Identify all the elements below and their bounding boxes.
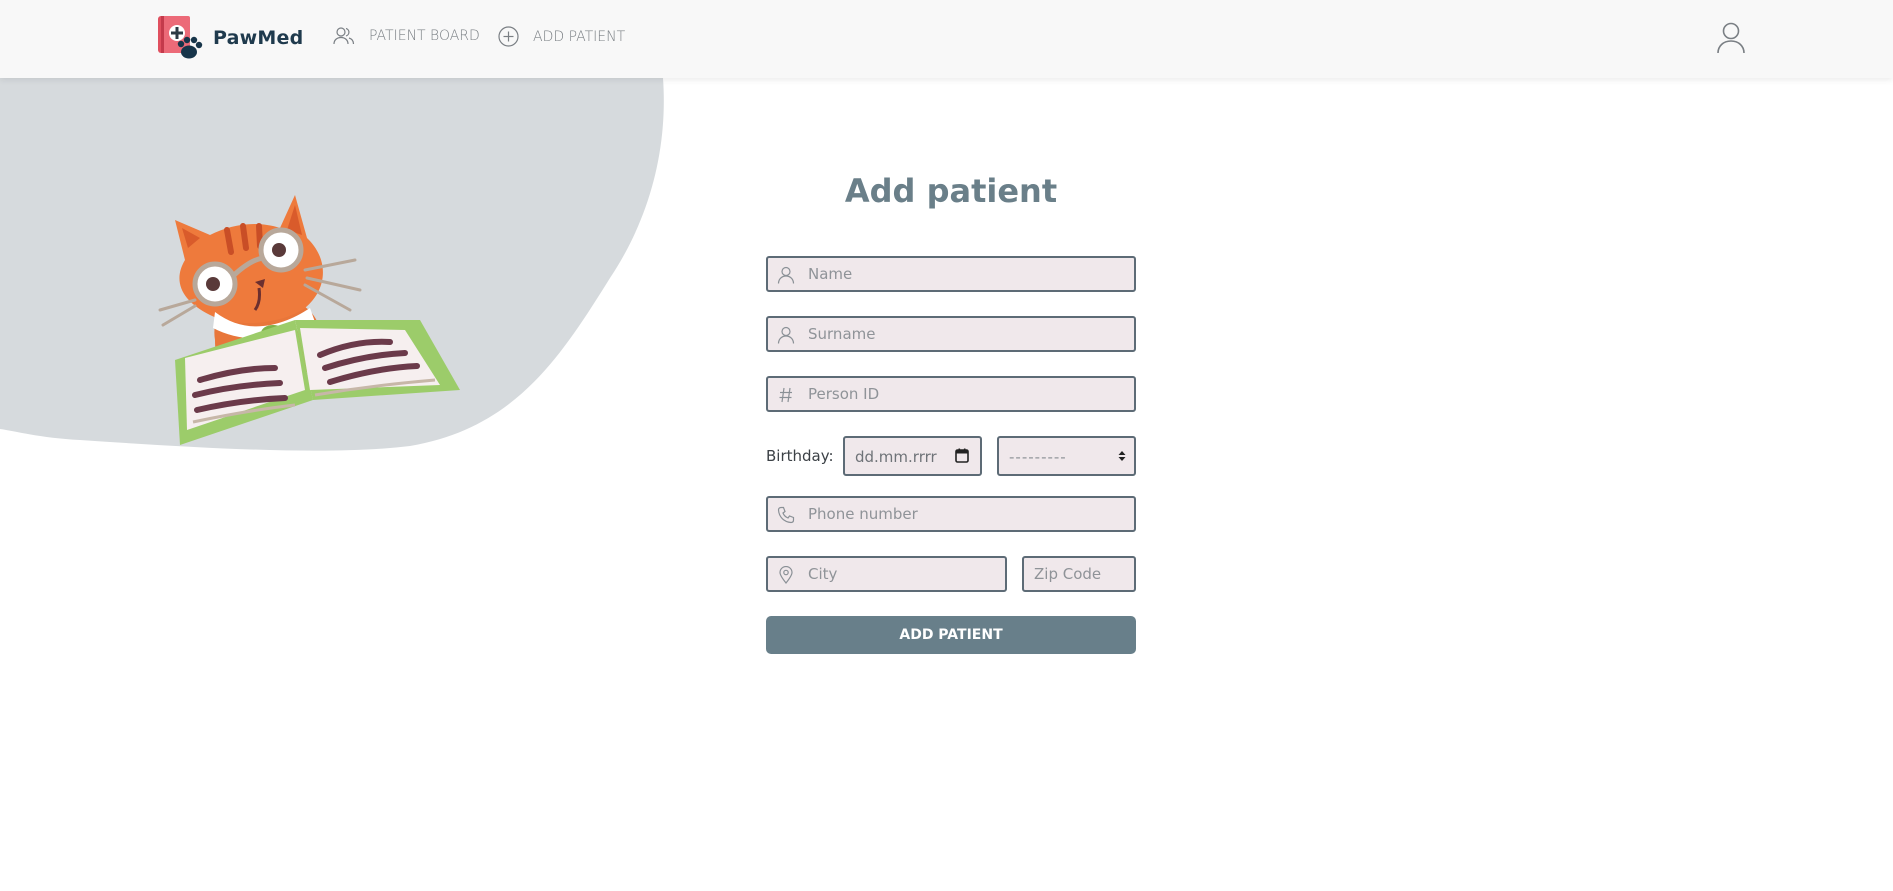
zip-code-field[interactable] [1022,556,1136,592]
pawmed-logo [157,15,205,61]
zip-code-input[interactable] [1034,558,1128,590]
location-pin-icon [779,566,793,584]
account-button[interactable] [1716,22,1746,59]
phone-icon [777,506,795,524]
surname-field[interactable] [766,316,1136,352]
birthday-label: Birthday: [766,447,834,465]
surname-input[interactable] [808,318,1128,350]
birthday-select-value: --------- [1009,448,1067,466]
birthday-date-value: dd.mm.rrrr [855,448,937,466]
user-icon [777,326,795,344]
birthday-date-input[interactable]: dd.mm.rrrr [843,436,982,476]
person-id-field[interactable] [766,376,1136,412]
cat-reading-illustration [158,195,460,445]
nav-link-label: PATIENT BOARD [369,28,480,44]
user-icon [777,266,795,284]
navbar: PawMed PATIENT BOARD ADD PATIENT [0,0,1893,78]
calendar-icon[interactable] [955,448,969,463]
page-title: Add patient [844,172,1058,210]
brand-name: PawMed [213,27,304,49]
brand[interactable]: PawMed [157,15,303,61]
nav-link-patient-board[interactable]: PATIENT BOARD [333,26,480,46]
city-input[interactable] [808,558,999,590]
person-id-input[interactable] [808,378,1128,410]
phone-input[interactable] [808,498,1128,530]
phone-field[interactable] [766,496,1136,532]
birthday-select[interactable]: --------- [997,436,1136,476]
nav-link-add-patient[interactable]: ADD PATIENT [498,26,625,47]
name-field[interactable] [766,256,1136,292]
name-input[interactable] [808,258,1128,290]
city-field[interactable] [766,556,1007,592]
add-patient-button[interactable]: ADD PATIENT [766,616,1136,654]
user-icon [1717,22,1745,54]
plus-circle-icon [498,26,519,47]
users-icon [333,27,355,45]
hash-icon [779,387,792,403]
select-arrows-icon [1118,451,1126,461]
nav-link-label: ADD PATIENT [533,28,626,45]
